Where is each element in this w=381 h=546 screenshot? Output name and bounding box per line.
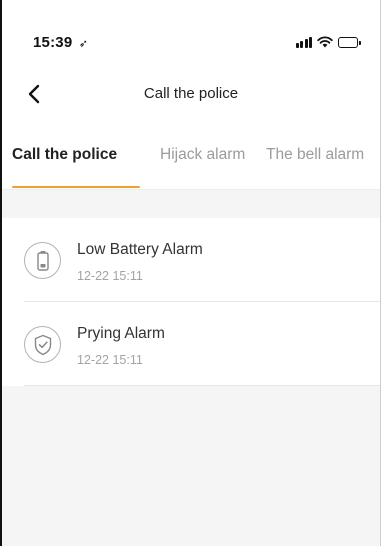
- tab-hijack-alarm[interactable]: Hijack alarm: [160, 146, 245, 164]
- section-spacer: [2, 190, 380, 218]
- wifi-icon: [317, 36, 333, 48]
- status-time: 15:39 ➶: [33, 34, 88, 51]
- battery-icon: [36, 250, 49, 271]
- alarm-list-item[interactable]: Prying Alarm 12-22 15:11: [24, 302, 380, 386]
- page-title: Call the police: [143, 85, 239, 102]
- alarm-title: Low Battery Alarm: [77, 241, 203, 258]
- nav-bar: Call the police: [2, 74, 380, 114]
- location-arrow-icon: ➶: [78, 38, 89, 50]
- status-bar: 15:39 ➶: [2, 0, 380, 76]
- alarm-title: Prying Alarm: [77, 325, 165, 342]
- active-tab-indicator: [12, 186, 140, 188]
- tab-call-the-police[interactable]: Call the police: [12, 146, 117, 164]
- status-indicators: [295, 36, 361, 48]
- app-screen: 15:39 ➶ Call the police Call the police …: [0, 0, 381, 546]
- empty-background-area: [2, 386, 380, 546]
- status-time-text: 15:39: [33, 34, 73, 51]
- tab-bell-alarm[interactable]: The bell alarm: [266, 146, 364, 164]
- alarm-time: 12-22 15:11: [77, 269, 143, 283]
- alarm-icon-badge: [24, 242, 61, 279]
- battery-status-icon: [338, 36, 361, 48]
- alarm-list: Low Battery Alarm 12-22 15:11 Prying Ala…: [2, 218, 380, 386]
- shield-check-icon: [34, 334, 51, 355]
- alarm-time: 12-22 15:11: [77, 353, 143, 367]
- alarm-list-item[interactable]: Low Battery Alarm 12-22 15:11: [24, 218, 380, 302]
- alarm-icon-badge: [24, 326, 61, 363]
- alarm-tabs: Call the police Hijack alarm The bell al…: [2, 130, 380, 190]
- cellular-signal-icon: [295, 36, 312, 48]
